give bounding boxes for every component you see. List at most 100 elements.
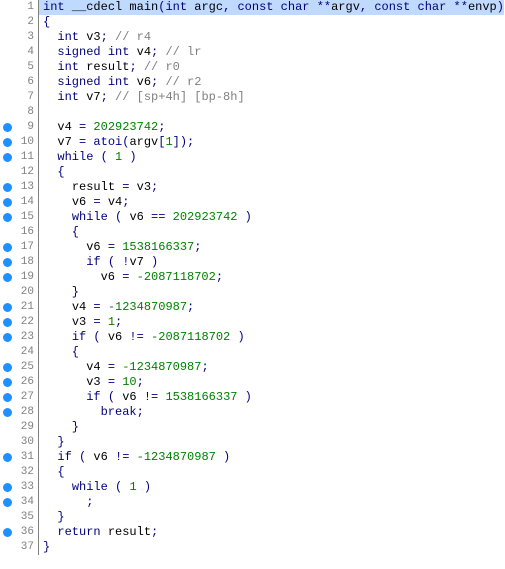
code-line[interactable]: 23 if ( v6 != -2087118702 ) <box>0 330 505 345</box>
code-content[interactable]: v4 = -1234870987; <box>39 300 194 315</box>
code-line[interactable]: 18 if ( !v7 ) <box>0 255 505 270</box>
code-content[interactable]: v6 = -2087118702; <box>39 270 223 285</box>
code-line[interactable]: 19 v6 = -2087118702; <box>0 270 505 285</box>
breakpoint-gutter[interactable] <box>0 183 14 192</box>
code-content[interactable]: if ( v6 != -1234870987 ) <box>39 450 230 465</box>
token-cmt: // [sp+4h] [bp-8h] <box>115 90 245 104</box>
code-content[interactable]: while ( 1 ) <box>39 480 151 495</box>
code-content[interactable]: v3 = 10; <box>39 375 144 390</box>
code-line[interactable]: 10 v7 = atoi(argv[1]); <box>0 135 505 150</box>
code-content[interactable]: } <box>39 510 65 525</box>
breakpoint-gutter[interactable] <box>0 213 14 222</box>
breakpoint-gutter[interactable] <box>0 243 14 252</box>
token-id: v6 <box>122 390 136 404</box>
code-line[interactable]: 13 result = v3; <box>0 180 505 195</box>
code-content[interactable]: { <box>39 465 65 480</box>
code-line[interactable]: 15 while ( v6 == 202923742 ) <box>0 210 505 225</box>
code-content[interactable]: v6 = 1538166337; <box>39 240 201 255</box>
code-content[interactable]: } <box>39 285 79 300</box>
code-line[interactable]: 27 if ( v6 != 1538166337 ) <box>0 390 505 405</box>
code-line[interactable]: 3 int v3; // r4 <box>0 30 505 45</box>
code-content[interactable]: break; <box>39 405 144 420</box>
breakpoint-gutter[interactable] <box>0 153 14 162</box>
breakpoint-gutter[interactable] <box>0 378 14 387</box>
code-content[interactable]: int v7; // [sp+4h] [bp-8h] <box>39 90 245 105</box>
code-line[interactable]: 11 while ( 1 ) <box>0 150 505 165</box>
code-content[interactable]: } <box>39 435 65 450</box>
code-line[interactable]: 21 v4 = -1234870987; <box>0 300 505 315</box>
code-content[interactable]: v3 = 1; <box>39 315 122 330</box>
code-content[interactable]: ; <box>39 495 93 510</box>
code-content[interactable]: v7 = atoi(argv[1]); <box>39 135 194 150</box>
code-line[interactable]: 35 } <box>0 510 505 525</box>
code-content[interactable]: if ( !v7 ) <box>39 255 158 270</box>
code-content[interactable]: while ( 1 ) <box>39 150 137 165</box>
code-content[interactable]: result = v3; <box>39 180 158 195</box>
code-line[interactable]: 32 { <box>0 465 505 480</box>
code-line[interactable]: 29 } <box>0 420 505 435</box>
breakpoint-gutter[interactable] <box>0 363 14 372</box>
code-line[interactable]: 6 signed int v6; // r2 <box>0 75 505 90</box>
code-line[interactable]: 4 signed int v4; // lr <box>0 45 505 60</box>
code-line[interactable]: 30 } <box>0 435 505 450</box>
token-kw: while <box>72 480 108 494</box>
code-content[interactable]: int result; // r0 <box>39 60 180 75</box>
line-number: 25 <box>14 360 39 375</box>
code-line[interactable]: 14 v6 = v4; <box>0 195 505 210</box>
breakpoint-gutter[interactable] <box>0 528 14 537</box>
token-num: 1 <box>165 135 172 149</box>
code-line[interactable]: 24 { <box>0 345 505 360</box>
code-line[interactable]: 26 v3 = 10; <box>0 375 505 390</box>
breakpoint-gutter[interactable] <box>0 498 14 507</box>
code-editor[interactable]: 1 int __cdecl main(int argc, const char *… <box>0 0 505 555</box>
code-line[interactable]: 1int __cdecl main(int argc, const char *… <box>0 0 505 15</box>
breakpoint-gutter[interactable] <box>0 273 14 282</box>
code-line[interactable]: 8 <box>0 105 505 120</box>
code-content[interactable]: } <box>39 540 50 555</box>
code-content[interactable]: } <box>39 420 79 435</box>
code-line[interactable]: 37} <box>0 540 505 555</box>
token-punc: != <box>137 390 166 404</box>
code-content[interactable]: v4 = -1234870987; <box>39 360 209 375</box>
code-line[interactable]: 22 v3 = 1; <box>0 315 505 330</box>
code-content[interactable]: { <box>39 225 79 240</box>
code-line[interactable]: 33 while ( 1 ) <box>0 480 505 495</box>
code-line[interactable]: 7 int v7; // [sp+4h] [bp-8h] <box>0 90 505 105</box>
code-content[interactable]: return result; <box>39 525 158 540</box>
breakpoint-gutter[interactable] <box>0 123 14 132</box>
code-line[interactable]: 25 v4 = -1234870987; <box>0 360 505 375</box>
code-line[interactable]: 17 v6 = 1538166337; <box>0 240 505 255</box>
code-content[interactable]: if ( v6 != 1538166337 ) <box>39 390 252 405</box>
code-content[interactable]: v4 = 202923742; <box>39 120 165 135</box>
breakpoint-gutter[interactable] <box>0 303 14 312</box>
code-line[interactable]: 5 int result; // r0 <box>0 60 505 75</box>
code-content[interactable]: { <box>39 15 50 30</box>
code-line[interactable]: 28 break; <box>0 405 505 420</box>
breakpoint-gutter[interactable] <box>0 198 14 207</box>
code-content[interactable]: if ( v6 != -2087118702 ) <box>39 330 245 345</box>
code-content[interactable]: signed int v6; // r2 <box>39 75 201 90</box>
code-content[interactable]: v6 = v4; <box>39 195 129 210</box>
breakpoint-gutter[interactable] <box>0 408 14 417</box>
code-line[interactable]: 31 if ( v6 != -1234870987 ) <box>0 450 505 465</box>
breakpoint-gutter[interactable] <box>0 453 14 462</box>
code-content[interactable]: int v3; // r4 <box>39 30 151 45</box>
code-content[interactable]: signed int v4; // lr <box>39 45 201 60</box>
breakpoint-gutter[interactable] <box>0 333 14 342</box>
breakpoint-gutter[interactable] <box>0 318 14 327</box>
code-content[interactable]: while ( v6 == 202923742 ) <box>39 210 252 225</box>
breakpoint-gutter[interactable] <box>0 393 14 402</box>
code-line[interactable]: 36 return result; <box>0 525 505 540</box>
code-line[interactable]: 9 v4 = 202923742; <box>0 120 505 135</box>
code-line[interactable]: 16 { <box>0 225 505 240</box>
breakpoint-gutter[interactable] <box>0 138 14 147</box>
code-line[interactable]: 2{ <box>0 15 505 30</box>
code-line[interactable]: 20 } <box>0 285 505 300</box>
code-content[interactable]: { <box>39 165 65 180</box>
breakpoint-gutter[interactable] <box>0 258 14 267</box>
code-content[interactable]: { <box>39 345 79 360</box>
breakpoint-gutter[interactable] <box>0 483 14 492</box>
code-line[interactable]: 34 ; <box>0 495 505 510</box>
code-content[interactable]: int __cdecl main(int argc, const char **… <box>39 0 504 15</box>
code-line[interactable]: 12 { <box>0 165 505 180</box>
